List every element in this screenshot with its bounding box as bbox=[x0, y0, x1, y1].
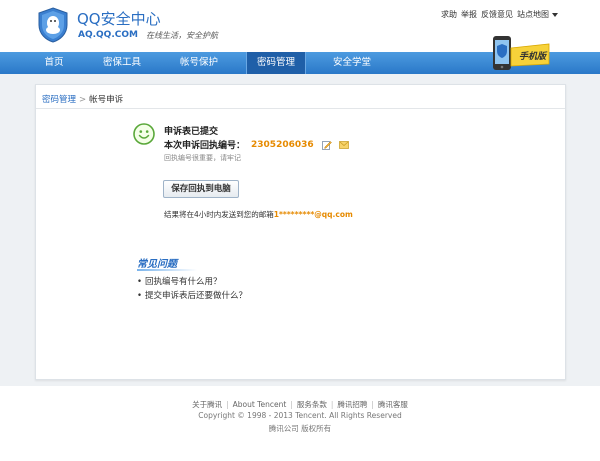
nav-item-password-management[interactable]: 密码管理 bbox=[246, 52, 306, 74]
footer-separator: | bbox=[290, 400, 293, 409]
site-title[interactable]: QQ安全中心 bbox=[77, 8, 161, 29]
breadcrumb: 密码管理 > 帐号申诉 bbox=[42, 93, 123, 105]
footer-link-about-cn[interactable]: 关于腾讯 bbox=[192, 400, 222, 409]
save-receipt-button[interactable]: 保存回执到电脑 bbox=[163, 180, 239, 198]
footer-separator: | bbox=[330, 400, 334, 409]
chevron-down-icon bbox=[552, 12, 558, 17]
breadcrumb-separator: > bbox=[79, 95, 87, 105]
qq-shield-logo-icon[interactable] bbox=[37, 7, 69, 43]
mobile-version-badge[interactable]: 手机版 bbox=[489, 34, 551, 74]
result-notice-text: 结果将在4小时内发送到您的邮箱 bbox=[164, 210, 274, 219]
report-link[interactable]: 举报 bbox=[461, 9, 477, 20]
breadcrumb-divider bbox=[36, 108, 565, 109]
bullet-icon: • bbox=[137, 291, 143, 301]
footer-separator: | bbox=[371, 400, 374, 409]
site-domain: AQ.QQ.COM bbox=[78, 30, 138, 40]
faq-heading-underline bbox=[137, 269, 197, 271]
breadcrumb-current: 帐号申诉 bbox=[89, 95, 124, 105]
receipt-code-hint: 回执编号很重要，请牢记 bbox=[164, 154, 241, 162]
sitemap-label: 站点地图 bbox=[517, 10, 549, 19]
mail-envelope-icon[interactable] bbox=[338, 140, 349, 149]
help-link[interactable]: 求助 bbox=[441, 9, 457, 20]
result-notice: 结果将在4小时内发送到您的邮箱1*********@qq.com bbox=[164, 209, 353, 220]
faq-item-receipt-code-use[interactable]: • 回执编号有什么用？ bbox=[137, 275, 222, 287]
submission-success-title: 申诉表已提交 bbox=[164, 127, 219, 137]
feedback-link[interactable]: 反馈意见 bbox=[481, 9, 513, 20]
mobile-badge-text: 手机版 bbox=[519, 51, 548, 62]
footer-link-terms[interactable]: 服务条款 bbox=[297, 400, 327, 409]
faq-item-label: 回执编号有什么用？ bbox=[145, 277, 222, 287]
main-panel: 密码管理 > 帐号申诉 申诉表已提交 本次申诉回执编号： 2305206036 回执… bbox=[35, 84, 566, 380]
bullet-icon: • bbox=[137, 277, 143, 287]
receipt-code-value: 2305206036 bbox=[251, 139, 314, 150]
faq-item-label: 提交申诉表后还要做什么？ bbox=[145, 291, 248, 301]
faq-item-after-submit[interactable]: • 提交申诉表后还要做什么？ bbox=[137, 289, 247, 301]
footer-link-support[interactable]: 腾讯客服 bbox=[378, 400, 408, 409]
nav-item-security-school[interactable]: 安全学堂 bbox=[318, 52, 386, 74]
faq-heading: 常见问题 bbox=[137, 259, 177, 270]
breadcrumb-parent-link[interactable]: 密码管理 bbox=[42, 95, 76, 105]
top-links: 求助 举报 反馈意见 站点地图 bbox=[441, 9, 558, 20]
sitemap-dropdown[interactable]: 站点地图 bbox=[517, 9, 558, 20]
nav-item-home[interactable]: 首页 bbox=[26, 52, 82, 74]
nav-item-security-tools[interactable]: 密保工具 bbox=[88, 52, 156, 74]
footer-rights: 腾讯公司 版权所有 bbox=[268, 424, 332, 433]
footer-copyright: Copyright © 1998 - 2013 Tencent. All Rig… bbox=[198, 411, 402, 420]
result-notice-email: 1*********@qq.com bbox=[273, 210, 353, 219]
site-slogan: 在线生活，安全护航 bbox=[146, 31, 218, 40]
footer-separator: | bbox=[226, 400, 229, 409]
footer-link-about-en[interactable]: About Tencent bbox=[233, 400, 287, 409]
edit-pencil-icon[interactable] bbox=[321, 140, 332, 150]
footer-link-careers[interactable]: 腾讯招聘 bbox=[337, 400, 367, 409]
smiley-success-icon bbox=[133, 123, 155, 145]
footer-links: 关于腾讯 | About Tencent | 服务条款 | 腾讯招聘 | 腾讯客服 bbox=[0, 399, 600, 410]
nav-item-account-protection[interactable]: 帐号保护 bbox=[164, 52, 234, 74]
receipt-code-row: 本次申诉回执编号： 2305206036 bbox=[164, 138, 349, 151]
receipt-code-label: 本次申诉回执编号： bbox=[164, 141, 246, 151]
